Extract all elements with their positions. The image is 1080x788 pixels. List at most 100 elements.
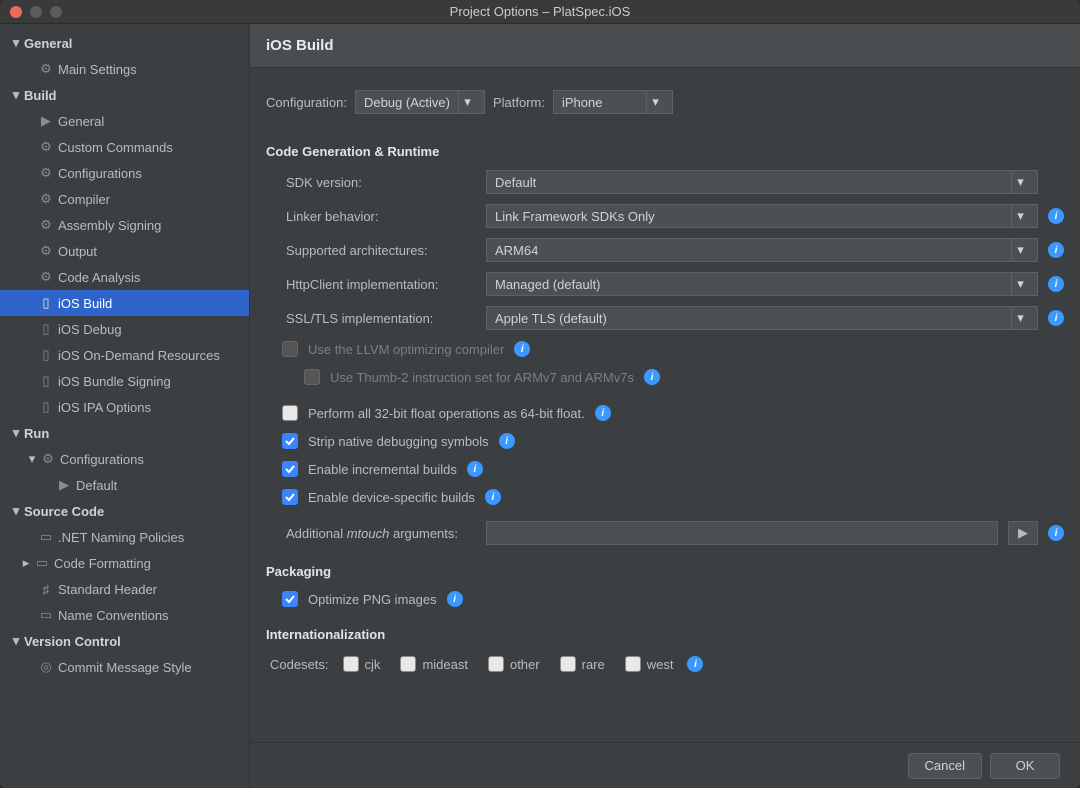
sidebar-item-label: Code Formatting	[52, 556, 151, 571]
mtouch-arguments-input[interactable]	[486, 521, 998, 545]
section-codegen: Code Generation & Runtime	[250, 130, 1080, 165]
httpclient-select[interactable]: Managed (default) ▾	[486, 272, 1038, 296]
sidebar-section-build[interactable]: ▾Build	[0, 82, 249, 108]
sidebar-item-ios-ipa-options[interactable]: ▯iOS IPA Options	[0, 394, 249, 420]
platform-select[interactable]: iPhone ▾	[553, 90, 673, 114]
codeset-west-checkbox[interactable]	[625, 656, 641, 672]
page-title: iOS Build	[250, 24, 1080, 68]
sidebar-item-code-analysis[interactable]: ⚙Code Analysis	[0, 264, 249, 290]
info-icon[interactable]: i	[1048, 208, 1064, 224]
linker-behavior-select[interactable]: Link Framework SDKs Only ▾	[486, 204, 1038, 228]
gear-icon: ⚙	[36, 139, 56, 155]
chevron-down-icon: ▾	[646, 91, 664, 113]
sidebar-item-label: Code Analysis	[56, 270, 140, 285]
info-icon[interactable]: i	[485, 489, 501, 505]
configuration-label: Configuration:	[266, 95, 347, 110]
sidebar-item-label: Output	[56, 244, 97, 259]
info-icon[interactable]: i	[595, 405, 611, 421]
codeset-west[interactable]: west	[625, 656, 674, 672]
cancel-button[interactable]: Cancel	[908, 753, 982, 779]
sidebar-item-run-default[interactable]: ▶ Default	[0, 472, 249, 498]
sidebar-item-ios-build[interactable]: ▯iOS Build	[0, 290, 249, 316]
codeset-cjk-label: cjk	[365, 657, 381, 672]
float32-label: Perform all 32-bit float operations as 6…	[308, 406, 585, 421]
codeset-mideast[interactable]: mideast	[400, 656, 468, 672]
gear-icon: ⚙	[36, 61, 56, 77]
strip-symbols-checkbox[interactable]	[282, 433, 298, 449]
codeset-rare-checkbox[interactable]	[560, 656, 576, 672]
incremental-builds-label: Enable incremental builds	[308, 462, 457, 477]
ssltls-label: SSL/TLS implementation:	[266, 311, 486, 326]
sidebar-item-compiler[interactable]: ⚙Compiler	[0, 186, 249, 212]
httpclient-label: HttpClient implementation:	[266, 277, 486, 292]
sidebar-item-custom-commands[interactable]: ⚙Custom Commands	[0, 134, 249, 160]
configuration-select[interactable]: Debug (Active) ▾	[355, 90, 485, 114]
sidebar-item-ios-on-demand-resources[interactable]: ▯iOS On-Demand Resources	[0, 342, 249, 368]
phone-icon: ▯	[36, 295, 56, 311]
chevron-down-icon: ▾	[1011, 307, 1029, 329]
codeset-rare[interactable]: rare	[560, 656, 605, 672]
sidebar-item-standard-header[interactable]: ♯Standard Header	[0, 576, 249, 602]
codeset-cjk-checkbox[interactable]	[343, 656, 359, 672]
play-icon: ▶	[54, 477, 74, 493]
info-icon[interactable]: i	[644, 369, 660, 385]
gear-icon: ⚙	[36, 165, 56, 181]
device-specific-builds-label: Enable device-specific builds	[308, 490, 475, 505]
project-options-window: Project Options – PlatSpec.iOS ▾General …	[0, 0, 1080, 788]
info-icon[interactable]: i	[1048, 310, 1064, 326]
sidebar-item-main-settings[interactable]: ⚙ Main Settings	[0, 56, 249, 82]
sidebar-section-general[interactable]: ▾General	[0, 30, 249, 56]
info-icon[interactable]: i	[467, 461, 483, 477]
window-title: Project Options – PlatSpec.iOS	[0, 4, 1080, 19]
card-icon: ▭	[32, 555, 52, 571]
codeset-other[interactable]: other	[488, 656, 540, 672]
info-icon[interactable]: i	[1048, 525, 1064, 541]
sidebar-item-output[interactable]: ⚙Output	[0, 238, 249, 264]
sidebar-item-general[interactable]: ▶General	[0, 108, 249, 134]
sidebar-item-code-formatting[interactable]: ▸▭Code Formatting	[0, 550, 249, 576]
supported-architectures-select[interactable]: ARM64 ▾	[486, 238, 1038, 262]
incremental-builds-checkbox[interactable]	[282, 461, 298, 477]
info-icon[interactable]: i	[514, 341, 530, 357]
sidebar-section-run[interactable]: ▾Run	[0, 420, 249, 446]
sidebar-item-commit-message-style[interactable]: ◎ Commit Message Style	[0, 654, 249, 680]
phone-icon: ▯	[36, 321, 56, 337]
info-icon[interactable]: i	[1048, 276, 1064, 292]
codeset-mideast-checkbox[interactable]	[400, 656, 416, 672]
sdk-version-select[interactable]: Default ▾	[486, 170, 1038, 194]
sidebar-item-ios-debug[interactable]: ▯iOS Debug	[0, 316, 249, 342]
gear-icon: ⚙	[36, 191, 56, 207]
float32-checkbox[interactable]	[282, 405, 298, 421]
codeset-other-checkbox[interactable]	[488, 656, 504, 672]
info-icon[interactable]: i	[1048, 242, 1064, 258]
sidebar-item-name-conventions[interactable]: ▭Name Conventions	[0, 602, 249, 628]
sidebar-item-label: iOS IPA Options	[56, 400, 151, 415]
linker-behavior-label: Linker behavior:	[266, 209, 486, 224]
sidebar-section-source-code[interactable]: ▾Source Code	[0, 498, 249, 524]
target-icon: ◎	[36, 659, 56, 675]
sidebar-item-label: Compiler	[56, 192, 110, 207]
section-i18n: Internationalization	[250, 613, 1080, 648]
codeset-cjk[interactable]: cjk	[343, 656, 381, 672]
supported-architectures-label: Supported architectures:	[266, 243, 486, 258]
card-icon: ▭	[36, 607, 56, 623]
mtouch-expand-button[interactable]: ▶	[1008, 521, 1038, 545]
device-specific-builds-checkbox[interactable]	[282, 489, 298, 505]
phone-icon: ▯	[36, 347, 56, 363]
sidebar-item-configurations[interactable]: ⚙Configurations	[0, 160, 249, 186]
hash-icon: ♯	[36, 582, 56, 597]
info-icon[interactable]: i	[687, 656, 703, 672]
sidebar-item-ios-bundle-signing[interactable]: ▯iOS Bundle Signing	[0, 368, 249, 394]
optimize-png-checkbox[interactable]	[282, 591, 298, 607]
sidebar-item--net-naming-policies[interactable]: ▭.NET Naming Policies	[0, 524, 249, 550]
sidebar-item-label: iOS Debug	[56, 322, 122, 337]
sidebar-item-assembly-signing[interactable]: ⚙Assembly Signing	[0, 212, 249, 238]
info-icon[interactable]: i	[499, 433, 515, 449]
sidebar-item-run-configurations[interactable]: ▾⚙ Configurations	[0, 446, 249, 472]
ok-button[interactable]: OK	[990, 753, 1060, 779]
thumb2-label: Use Thumb-2 instruction set for ARMv7 an…	[330, 370, 634, 385]
chevron-down-icon: ▾	[1011, 273, 1029, 295]
ssltls-select[interactable]: Apple TLS (default) ▾	[486, 306, 1038, 330]
sidebar-section-version-control[interactable]: ▾Version Control	[0, 628, 249, 654]
info-icon[interactable]: i	[447, 591, 463, 607]
